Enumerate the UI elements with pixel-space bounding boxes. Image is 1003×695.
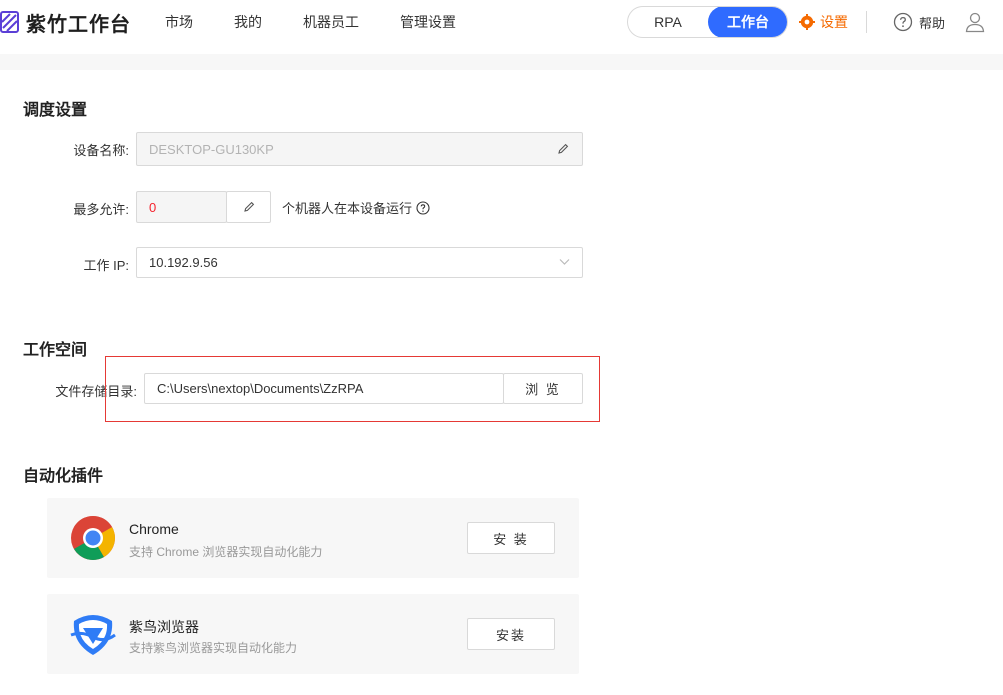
work-ip-value: 10.192.9.56: [149, 255, 218, 270]
help-label: 帮助: [919, 15, 946, 31]
chrome-icon: [71, 516, 115, 560]
settings-link[interactable]: 设置: [799, 0, 848, 44]
zizhu-logo-icon: [0, 11, 19, 33]
mode-workbench-button[interactable]: 工作台: [708, 7, 787, 37]
pencil-icon[interactable]: [557, 143, 569, 155]
nav-admin-settings[interactable]: 管理设置: [400, 12, 456, 32]
max-allow-value: 0: [149, 199, 157, 215]
chevron-down-icon: [559, 259, 570, 265]
top-header: 紫竹工作台 市场 我的 机器员工 管理设置 RPA 工作台 设置 帮助: [0, 0, 1003, 44]
nav-market[interactable]: 市场: [165, 12, 193, 32]
max-allow-suffix: 个机器人在本设备运行: [282, 198, 430, 217]
question-circle-icon[interactable]: [416, 200, 430, 215]
plugin-desc: 支持紫鸟浏览器实现自动化能力: [129, 641, 298, 655]
install-chrome-button[interactable]: 安 装: [467, 522, 555, 554]
mode-rpa-button[interactable]: RPA: [628, 7, 708, 37]
workspace-section-title: 工作空间: [23, 342, 88, 359]
highlight-frame: [105, 356, 600, 422]
schedule-section-title: 调度设置: [23, 102, 88, 119]
max-allow-label: 最多允许:: [73, 202, 129, 217]
device-name-label: 设备名称:: [73, 143, 129, 158]
main-nav: 市场 我的 机器员工 管理设置: [165, 0, 456, 44]
settings-label: 设置: [820, 14, 848, 30]
max-allow-input[interactable]: 0: [136, 191, 227, 223]
plugin-card-ziniao: 紫鸟浏览器 支持紫鸟浏览器实现自动化能力 安装: [47, 594, 579, 674]
user-avatar-icon[interactable]: [964, 11, 986, 33]
work-ip-select[interactable]: 10.192.9.56: [136, 247, 583, 278]
gear-icon: [799, 14, 815, 30]
plugin-card-chrome: Chrome 支持 Chrome 浏览器实现自动化能力 安 装: [47, 498, 579, 578]
ziniao-browser-icon: [70, 615, 116, 655]
plugins-section-title: 自动化插件: [23, 468, 104, 485]
device-name-value: DESKTOP-GU130KP: [149, 141, 274, 157]
header-divider: [866, 11, 867, 33]
nav-robot-staff[interactable]: 机器员工: [303, 12, 359, 32]
pencil-icon: [243, 201, 254, 212]
max-allow-edit-button[interactable]: [226, 191, 271, 223]
help-circle-icon: [893, 12, 913, 32]
app-title: 紫竹工作台: [26, 13, 131, 36]
work-ip-label: 工作 IP:: [83, 258, 129, 273]
max-allow-suffix-text: 个机器人在本设备运行: [282, 201, 413, 216]
mode-switch: RPA 工作台: [627, 6, 788, 38]
plugin-desc: 支持 Chrome 浏览器实现自动化能力: [129, 545, 323, 559]
plugin-name: 紫鸟浏览器: [129, 619, 199, 635]
install-ziniao-button[interactable]: 安装: [467, 618, 555, 650]
help-link[interactable]: 帮助: [893, 0, 945, 44]
plugin-name: Chrome: [129, 521, 179, 537]
nav-mine[interactable]: 我的: [234, 12, 262, 32]
device-name-input[interactable]: DESKTOP-GU130KP: [136, 132, 583, 166]
sub-toolbar-strip: [0, 54, 1003, 70]
app-logo[interactable]: 紫竹工作台: [0, 8, 131, 36]
